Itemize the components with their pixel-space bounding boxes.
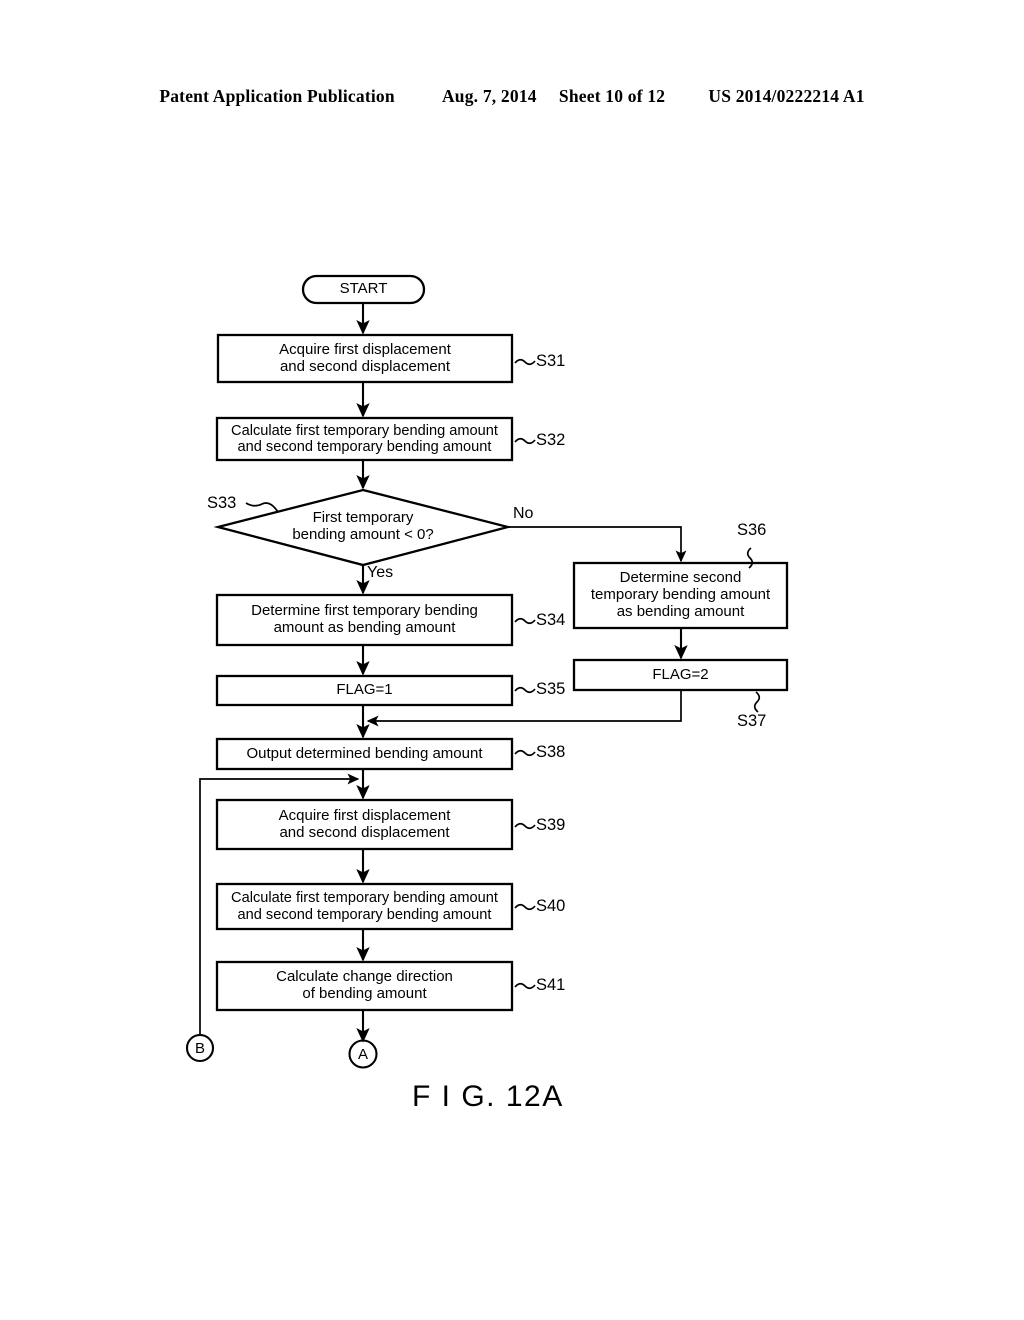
leader-s32 (514, 437, 536, 445)
s34-box-shape (215, 593, 514, 647)
connector-b-label: B (194, 1040, 205, 1057)
leader-s38 (514, 749, 536, 757)
start-terminal-shape (301, 274, 426, 305)
s38-box-shape (215, 737, 514, 771)
s39-box-shape (215, 798, 514, 851)
s32-step-number: S32 (536, 431, 566, 449)
s32-box-shape (215, 416, 514, 462)
figure-caption: F I G. 12A (412, 1080, 564, 1113)
s36-box-shape (572, 561, 789, 630)
s40-box-shape (215, 882, 514, 931)
s36-step-number: S36 (737, 521, 767, 539)
leader-s34 (514, 617, 536, 625)
leader-s39 (514, 822, 536, 830)
s39-step-number: S39 (536, 816, 566, 834)
branch-label-no: No (513, 505, 534, 522)
edge-connector-b-return (199, 773, 360, 1035)
s35-box-shape (215, 674, 514, 707)
leader-s31 (514, 358, 536, 366)
leader-s36 (746, 547, 754, 569)
leader-s33 (245, 502, 279, 513)
s37-box-shape (572, 658, 789, 692)
s41-box-shape (215, 960, 514, 1012)
s31-step-number: S31 (536, 352, 566, 370)
s31-box-shape (216, 333, 514, 384)
s33-diamond-shape (213, 488, 513, 567)
s41-step-number: S41 (536, 976, 566, 994)
s35-step-number: S35 (536, 680, 566, 698)
leader-s35 (514, 686, 536, 694)
s40-step-number: S40 (536, 897, 566, 915)
flowchart-graphics (185, 274, 789, 1069)
s38-step-number: S38 (536, 743, 566, 761)
leader-s40 (514, 903, 536, 911)
leader-s41 (514, 982, 536, 990)
s34-step-number: S34 (536, 611, 566, 629)
patent-drawing-page: Patent Application Publication Aug. 7, 2… (0, 0, 1024, 1320)
leader-s37 (753, 691, 761, 713)
s37-step-number: S37 (737, 712, 767, 730)
branch-label-yes: Yes (367, 564, 394, 581)
s33-step-number: S33 (207, 494, 237, 512)
connector-a-label: A (357, 1046, 368, 1063)
edge-s33-no-to-s36 (508, 526, 687, 563)
